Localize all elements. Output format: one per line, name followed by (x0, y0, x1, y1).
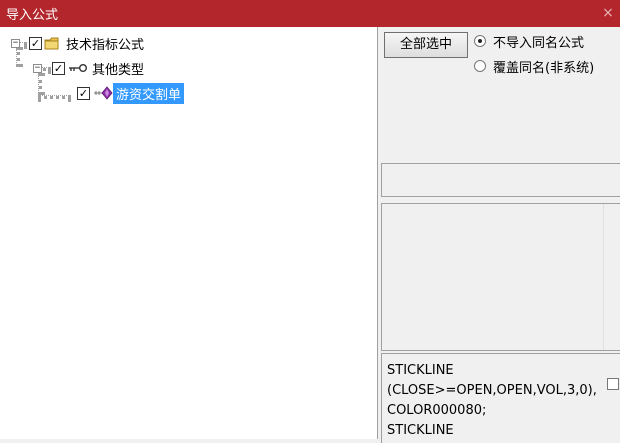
formula-diamond-icon (93, 86, 113, 100)
root-checkbox[interactable]: ✓ (29, 36, 42, 50)
tree-label-child[interactable]: 其他类型 (89, 58, 147, 79)
import-formula-dialog: 导入公式 × − ✓ 技术指标公式 − ✓ 其他类型 ✓ 游资交割单 全部选中 … (0, 0, 620, 443)
tree-connector (38, 95, 71, 99)
radio-overwrite-label[interactable]: 覆盖同名(非系统) (493, 57, 594, 76)
radio-overwrite[interactable]: 覆盖同名(非系统) (474, 56, 594, 76)
radio-skip-duplicates-dot[interactable] (474, 35, 486, 47)
formula-code-box[interactable]: STICKLINE (CLOSE>=OPEN,OPEN,VOL,3,0),COL… (381, 353, 620, 443)
collapse-toggle[interactable]: − (11, 38, 20, 48)
tree-node-child[interactable]: − ✓ 其他类型 (33, 58, 147, 78)
radio-skip-duplicates-label[interactable]: 不导入同名公式 (493, 32, 584, 51)
radio-overwrite-dot[interactable] (474, 60, 486, 72)
formula-tree[interactable]: − ✓ 技术指标公式 − ✓ 其他类型 ✓ 游资交割单 (0, 27, 378, 439)
title-bar: 导入公式 × (0, 0, 620, 27)
tree-node-root[interactable]: − ✓ 技术指标公式 (11, 33, 147, 53)
folder-icon (44, 37, 60, 50)
description-scrollbar[interactable] (603, 204, 620, 350)
key-icon (68, 62, 88, 74)
formula-description-box[interactable] (381, 203, 620, 351)
leaf-checkbox[interactable]: ✓ (77, 86, 90, 100)
tree-node-leaf[interactable]: ✓ 游资交割单 (77, 82, 185, 104)
formula-name-field[interactable] (381, 163, 620, 197)
window-title: 导入公式 (6, 8, 59, 23)
formula-code-text: STICKLINE (CLOSE>=OPEN,OPEN,VOL,3,0),COL… (387, 363, 597, 438)
radio-skip-duplicates[interactable]: 不导入同名公式 (474, 31, 584, 51)
tree-label-leaf[interactable]: 游资交割单 (113, 82, 185, 104)
select-all-button[interactable]: 全部选中 (384, 32, 468, 58)
options-panel: 全部选中 不导入同名公式 覆盖同名(非系统) STICKLINE (CLOSE>… (379, 27, 620, 443)
collapse-toggle[interactable]: − (33, 63, 42, 73)
child-checkbox[interactable]: ✓ (52, 61, 65, 75)
close-icon[interactable]: × (600, 3, 616, 23)
tree-label-root[interactable]: 技术指标公式 (63, 33, 147, 54)
code-option-checkbox[interactable] (607, 378, 619, 390)
